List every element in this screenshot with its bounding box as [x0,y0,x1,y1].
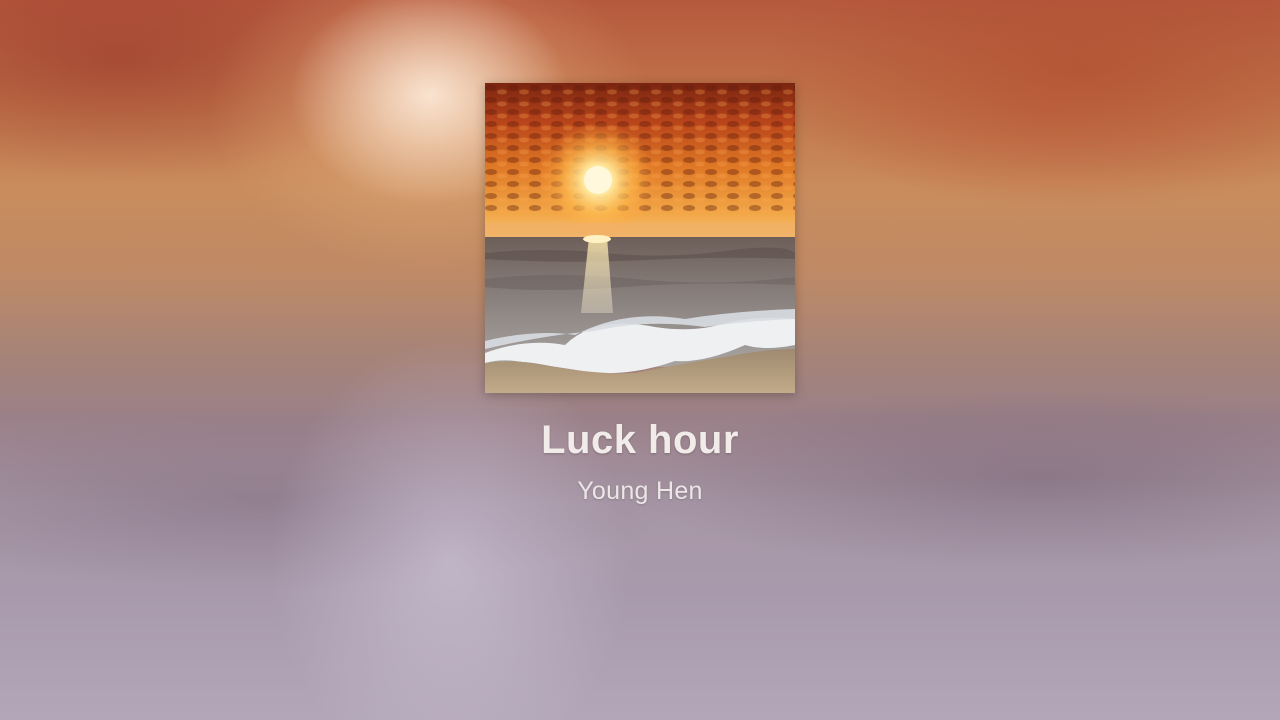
track-artist: Young Hen [577,477,703,505]
album-cover-image [485,83,795,393]
album-cover [485,83,795,393]
player-screen: Luck hour Young Hen [0,0,1280,720]
track-title: Luck hour [541,418,739,462]
